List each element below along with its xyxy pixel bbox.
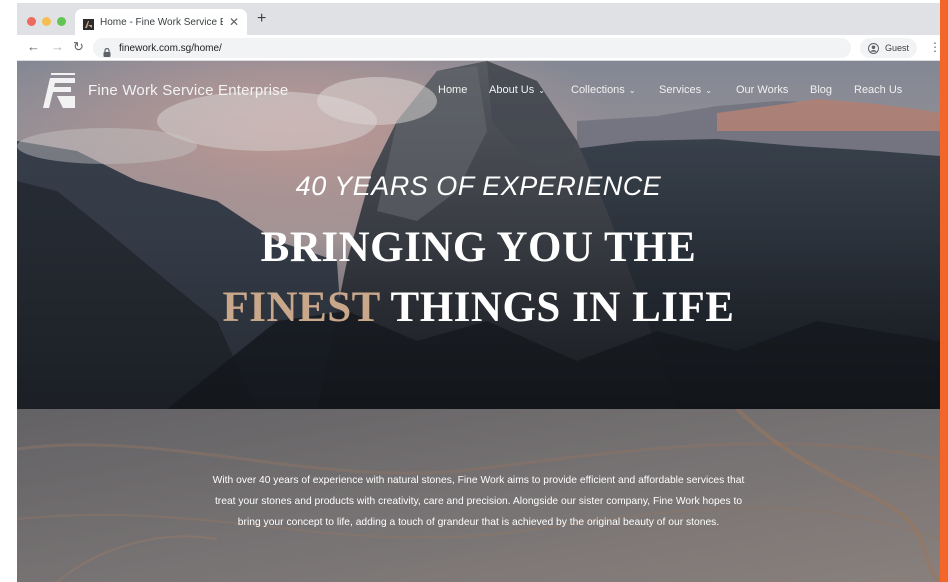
hero-headline-highlight: FINEST: [222, 284, 381, 331]
about-paragraph: With over 40 years of experience with na…: [167, 470, 790, 533]
site-favicon-icon: [83, 17, 94, 30]
new-tab-icon[interactable]: +: [257, 10, 266, 28]
hero-headline-rest: THINGS IN LIFE: [380, 284, 735, 331]
website: Fine Work Service Enterprise Home About …: [17, 61, 940, 582]
hero-headline-line2: FINEST THINGS IN LIFE: [17, 283, 940, 332]
tab-title: Home - Fine Work Service Ent: [100, 16, 223, 28]
hero-headline-line1: BRINGING YOU THE: [260, 224, 697, 271]
about-line-3: bring your concept to life, adding a tou…: [237, 517, 720, 528]
address-bar[interactable]: finework.com.sg/home/: [93, 38, 851, 58]
forward-arrow-icon[interactable]: →: [51, 39, 64, 54]
maximize-window-button[interactable]: [57, 17, 66, 26]
chevron-down-icon: ⌄: [705, 86, 712, 95]
about-section: With over 40 years of experience with na…: [17, 409, 940, 582]
tab-bar: Home - Fine Work Service Ent ✕ +: [17, 3, 940, 35]
about-line-2: treat your stones and products with crea…: [214, 496, 743, 507]
about-line-1: With over 40 years of experience with na…: [212, 475, 745, 486]
nav-our-works[interactable]: Our Works: [736, 84, 788, 96]
nav-about-us[interactable]: About Us ⌄: [489, 84, 545, 96]
profile-button[interactable]: Guest: [860, 38, 918, 58]
nav-collections[interactable]: Collections ⌄: [571, 84, 636, 96]
nav-home[interactable]: Home: [438, 84, 467, 96]
reload-icon[interactable]: ↻: [73, 39, 84, 55]
back-arrow-icon[interactable]: ←: [27, 39, 40, 54]
chevron-down-icon: ⌄: [628, 86, 636, 95]
accent-strip-right: [940, 0, 948, 582]
url-text: finework.com.sg/home/: [119, 42, 222, 54]
brand-logo[interactable]: [41, 72, 77, 110]
menu-kebab-icon[interactable]: ⋮: [929, 40, 940, 54]
hero-section: Fine Work Service Enterprise Home About …: [17, 61, 940, 409]
close-window-button[interactable]: [27, 17, 36, 26]
browser-window: Home - Fine Work Service Ent ✕ + ← → ↻ f…: [17, 0, 940, 582]
profile-avatar-icon: [868, 42, 879, 54]
nav-blog[interactable]: Blog: [810, 84, 832, 96]
brand-name[interactable]: Fine Work Service Enterprise: [88, 82, 288, 99]
nav-services[interactable]: Services ⌄: [659, 84, 712, 96]
browser-toolbar: ← → ↻ finework.com.sg/home/ Guest ⋮: [17, 35, 940, 61]
minimize-window-button[interactable]: [42, 17, 51, 26]
browser-tab[interactable]: Home - Fine Work Service Ent ✕: [75, 9, 247, 35]
nav-reach-us[interactable]: Reach Us: [854, 84, 902, 96]
lock-icon: [103, 44, 111, 57]
hero-tagline: 40 YEARS OF EXPERIENCE: [295, 171, 662, 201]
profile-label: Guest: [885, 43, 910, 53]
tab-close-icon[interactable]: ✕: [229, 15, 239, 29]
chevron-down-icon: ⌄: [538, 86, 545, 95]
